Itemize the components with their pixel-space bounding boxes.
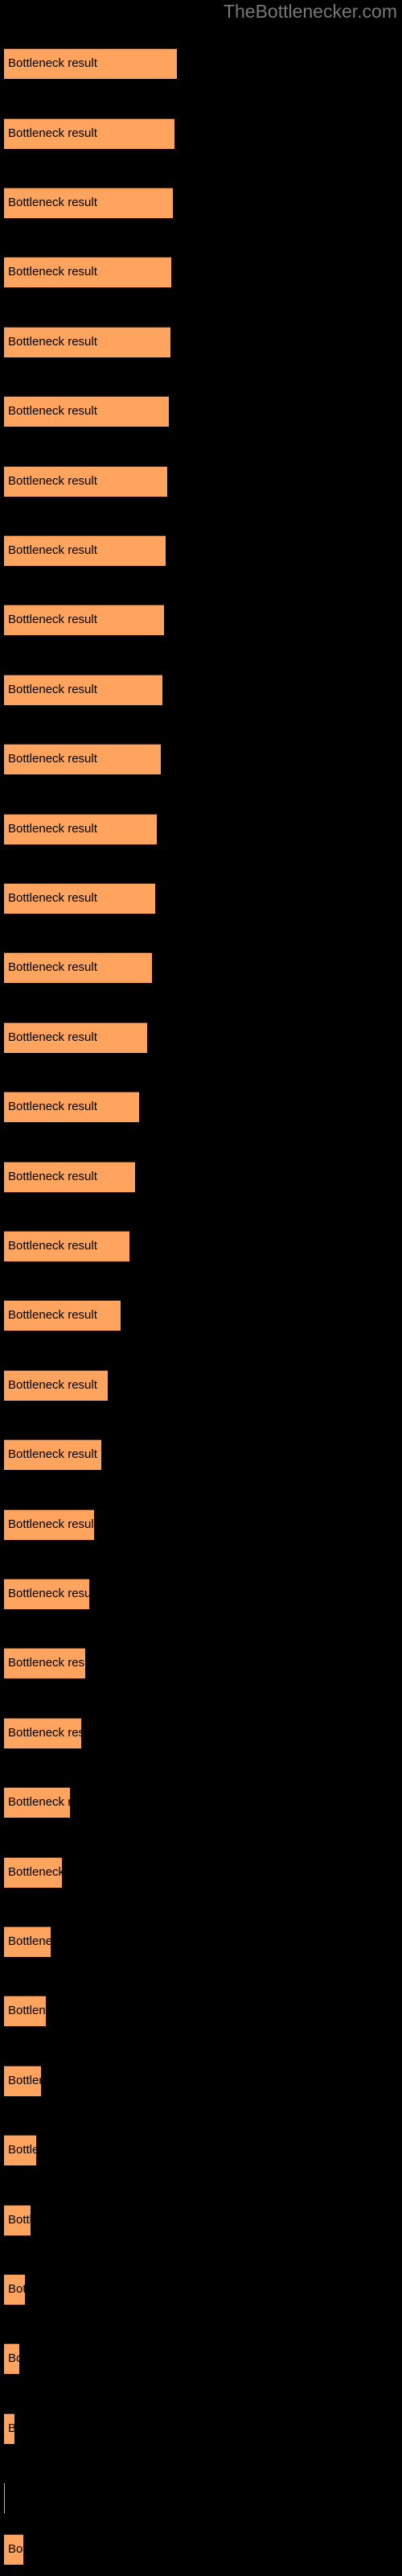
bar-label: Bottleneck result (8, 1170, 97, 1183)
bar-label: Bottleneck result (8, 335, 97, 349)
bar-label: Bottleneck result (8, 1587, 89, 1600)
bar-label-clip: Bottleneck result (4, 1509, 94, 1540)
bar-label: Bottleneck result (8, 1030, 97, 1044)
bar-label: Bottleneck result (8, 1239, 97, 1253)
bar-label: Bottleneck result (8, 1656, 85, 1670)
bar-label-clip: Bottleneck result (4, 1162, 135, 1192)
bar-label-clip: Bottleneck result (4, 1996, 46, 2026)
bar-label: Bottleneck result (8, 1934, 51, 1948)
bar-label-clip: Bottleneck result (4, 1648, 85, 1678)
bar-label: Bottleneck result (8, 2351, 19, 2365)
bar-label: Bottleneck result (8, 474, 97, 488)
bar-label-clip: Bottleneck result (4, 1370, 108, 1401)
bar-label-clip: Bottleneck result (4, 327, 170, 357)
bar-label-clip: Bottleneck result (4, 1300, 121, 1331)
bar-label: Bottleneck result (8, 891, 97, 905)
bar-label-clip: Bottleneck result (4, 952, 152, 983)
bar-label: Bottleneck result (8, 2542, 23, 2556)
bar-label: Bottleneck result (8, 2282, 25, 2296)
bar-label: Bottleneck result (8, 196, 97, 209)
bar-label-clip: Bottleneck result (4, 48, 177, 79)
bar-label: Bottleneck result (8, 1378, 97, 1392)
bar-label-clip: Bottleneck result (4, 675, 162, 705)
bar-label-clip: Bottleneck result (4, 1718, 81, 1748)
bar-label: Bottleneck result (8, 1100, 97, 1113)
bar-label-clip: Bottleneck result (4, 396, 169, 427)
bar-label: Bottleneck result (8, 126, 97, 140)
bar-label: Bottleneck result (8, 2004, 46, 2017)
bar-label-clip: Bottleneck result (4, 814, 157, 844)
bar-label-clip: Bottleneck result (4, 2274, 25, 2305)
bar-label-clip: Bottleneck result (4, 605, 164, 635)
bar-label: Bottleneck result (8, 543, 97, 557)
bar-label-clip: Bottleneck result (4, 1926, 51, 1957)
bottleneck-bar-chart: TheBottlenecker.com Bottleneck result Bot… (0, 0, 402, 2576)
bar-label-clip: Bottleneck result (4, 2343, 19, 2374)
bar-label: Bottleneck result (8, 2421, 14, 2435)
bar-label: Bottleneck result (8, 752, 97, 766)
bar-label: Bottleneck result (8, 960, 97, 974)
bar-label-clip: Bottleneck result (4, 257, 171, 287)
bar-label: Bottleneck result (8, 2213, 31, 2227)
bar-label-clip: Bottleneck result (4, 883, 155, 914)
bar-label: Bottleneck result (8, 1447, 97, 1461)
bar-label-clip: Bottleneck result (4, 466, 167, 497)
bar-label-clip: Bottleneck result (4, 1022, 147, 1053)
bar-label: Bottleneck result (8, 2143, 36, 2157)
bar-label: Bottleneck result (8, 683, 97, 696)
bar-series-container: Bottleneck result Bottleneck result Bottle… (0, 0, 402, 2576)
bar-label-clip: Bottleneck result (4, 118, 174, 149)
bar-label-clip: Bottleneck result (4, 1787, 70, 1818)
bar-label: Bottleneck result (8, 1865, 62, 1879)
bar-label: Bottleneck result (8, 613, 97, 626)
bar-label-clip: Bottleneck result (4, 1857, 62, 1888)
bar-label-clip: Bottleneck result (4, 1439, 101, 1470)
bar-label-clip: Bottleneck result (4, 2066, 41, 2096)
bar-label: Bottleneck result (8, 1795, 70, 1809)
bar-label-clip: Bottleneck result (4, 2483, 5, 2513)
bar-label: Bottleneck result (8, 404, 97, 418)
bar-label: Bottleneck result (8, 2074, 41, 2087)
bar-label-clip: Bottleneck result (4, 188, 173, 218)
bar-label-clip: Bottleneck result (4, 2135, 36, 2165)
bar-label-clip: Bottleneck result (4, 1231, 129, 1261)
bar-label: Bottleneck result (8, 1308, 97, 1322)
bar-label-clip: Bottleneck result (4, 2413, 14, 2444)
bar-label-clip: Bottleneck result (4, 744, 161, 774)
bar-label: Bottleneck result (8, 1726, 81, 1740)
bar-label-clip: Bottleneck result (4, 2534, 23, 2565)
bar-label: Bottleneck result (8, 822, 97, 836)
bar-label-clip: Bottleneck result (4, 2205, 31, 2235)
bar-label: Bottleneck result (8, 56, 97, 70)
bar-label-clip: Bottleneck result (4, 535, 166, 566)
bar-label: Bottleneck result (8, 265, 97, 279)
bar-label-clip: Bottleneck result (4, 1092, 139, 1122)
bar-label-clip: Bottleneck result (4, 1579, 89, 1609)
bar-label: Bottleneck result (8, 1517, 94, 1531)
